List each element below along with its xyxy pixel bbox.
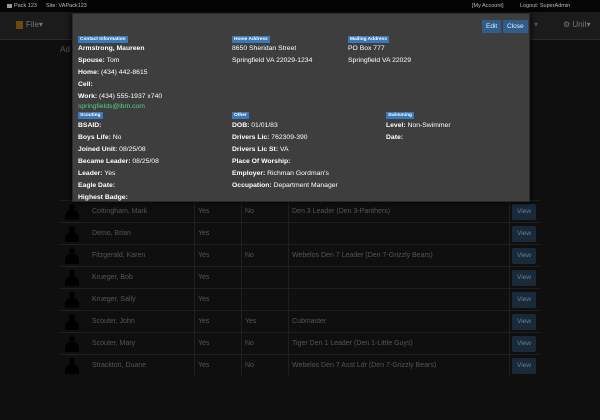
gear-icon: ⚙ [563, 20, 571, 29]
table-row[interactable]: Fitzgerald, Karen Yes No Webelos Den 7 L… [60, 244, 540, 266]
file-menu-label: File [26, 20, 39, 29]
table-row[interactable]: Krueger, Sally Yes View [60, 288, 540, 310]
position-cell: Cubmaster [292, 318, 327, 325]
avatar-icon [64, 314, 80, 330]
contact-section-tag: Contact Information [78, 36, 128, 43]
member-name: Krueger, Sally [92, 296, 136, 303]
scouting-section-tag: Scouting [78, 112, 103, 119]
cell-value: Yes [198, 208, 210, 215]
view-button[interactable]: View [512, 204, 536, 220]
close-button[interactable]: Close [503, 20, 528, 33]
view-button[interactable]: View [512, 270, 536, 286]
avatar-icon [64, 248, 80, 264]
avatar-icon [64, 226, 80, 242]
spouse-field: Spouse: Tom [78, 57, 120, 64]
boys-life-field: Boys Life: No [78, 134, 122, 141]
cell-value: Yes [198, 274, 210, 281]
edit-button[interactable]: Edit [482, 20, 502, 33]
avatar-icon [64, 270, 80, 286]
cell-value: Yes [198, 340, 210, 347]
swim-level-field: Level: Non-Swimmer [386, 122, 451, 129]
employer-field: Employer: Richman Gordman's [232, 170, 329, 177]
table-row[interactable]: Scouter, John Yes Yes Cubmaster View [60, 310, 540, 332]
cell-value: No [245, 208, 254, 215]
joined-unit-field: Joined Unit: 08/25/08 [78, 146, 146, 153]
view-button[interactable]: View [512, 248, 536, 264]
position-cell: Tiger Den 1 Leader (Den 1-Little Guys) [292, 340, 413, 347]
member-name: Scouter, John [92, 318, 135, 325]
table-row[interactable]: Strackton, Duane Yes No Webelos Den 7 As… [60, 354, 540, 376]
occupation-field: Occupation: Department Manager [232, 182, 338, 189]
view-button[interactable]: View [512, 358, 536, 374]
file-icon [16, 20, 23, 29]
unit-menu[interactable]: ⚙ Unit▾ [563, 20, 591, 29]
top-bar: Pack 123 Site: VAPack123 [My Account] Lo… [0, 0, 600, 12]
logout-link[interactable]: Logout: SuperAdmin [520, 3, 570, 9]
cell-value: Yes [198, 252, 210, 259]
eagle-date-field: Eagle Date: [78, 182, 116, 189]
table-row[interactable]: Krueger, Bob Yes View [60, 266, 540, 288]
view-button[interactable]: View [512, 314, 536, 330]
table-row[interactable]: Scouter, Mary Yes No Tiger Den 1 Leader … [60, 332, 540, 354]
table-row[interactable]: Demo, Brian Yes View [60, 222, 540, 244]
mailing-address-line2: Springfield VA 22029 [348, 57, 411, 64]
member-name: Cottingham, Mark [92, 208, 148, 215]
place-of-worship-field: Place Of Worship: [232, 158, 291, 165]
leader-field: Leader: Yes [78, 170, 116, 177]
cell-value: Yes [198, 296, 210, 303]
member-details-modal: Edit Close Contact Information Armstrong… [72, 13, 530, 202]
cell-value: No [245, 340, 254, 347]
dob-field: DOB: 01/01/83 [232, 122, 278, 129]
mailing-address-tag: Mailing Address [348, 36, 389, 43]
home-icon [7, 3, 12, 8]
bsaid-field: BSAID: [78, 122, 102, 129]
swimming-section-tag: Swimming [386, 112, 414, 119]
avatar-icon [64, 292, 80, 308]
avatar-icon [64, 336, 80, 352]
cell-value: No [245, 252, 254, 259]
page-title: Ad [60, 45, 70, 54]
home-phone-field: Home: (434) 442-8615 [78, 69, 148, 76]
home-address-line2: Springfield VA 22029-1234 [232, 57, 313, 64]
highest-badge-field: Highest Badge: [78, 194, 128, 201]
avatar-icon [64, 358, 80, 374]
work-phone-field: Work: (434) 555-1937 x740 [78, 93, 163, 100]
home-address-line1: 8650 Sheridan Street [232, 45, 297, 52]
drivers-lic-field: Drivers Lic: 762309-390 [232, 134, 308, 141]
file-menu[interactable]: File▾ [16, 20, 43, 29]
became-leader-field: Became Leader: 08/25/08 [78, 158, 159, 165]
unit-menu-label: Unit [572, 20, 587, 29]
view-button[interactable]: View [512, 336, 536, 352]
cell-value: Yes [198, 230, 210, 237]
member-name: Demo, Brian [92, 230, 131, 237]
pack-name: Pack 123 [14, 3, 37, 9]
cell-value: Yes [198, 318, 210, 325]
position-cell: Den 3 Leader (Den 3-Panthers) [292, 208, 391, 215]
other-section-tag: Other [232, 112, 249, 119]
cell-phone-field: Cell: [78, 81, 93, 88]
mailing-address-line1: PO Box 777 [348, 45, 385, 52]
table-row[interactable]: Cottingham, Mark Yes No Den 3 Leader (De… [60, 200, 540, 222]
drivers-lic-state-field: Drivers Lic St: VA [232, 146, 289, 153]
member-name: Strackton, Duane [92, 362, 147, 369]
cell-value: Yes [198, 362, 210, 369]
cell-value: Yes [245, 318, 257, 325]
cell-value: No [245, 362, 254, 369]
email-link[interactable]: springfields@ibm.com [78, 103, 145, 110]
view-button[interactable]: View [512, 292, 536, 308]
swim-date-field: Date: [386, 134, 403, 141]
position-cell: Webelos Den 7 Asst Ldr (Den 7-Grizzly Be… [292, 362, 437, 369]
member-name: Scouter, Mary [92, 340, 136, 347]
pack-label: Pack 123 [7, 3, 37, 9]
view-button[interactable]: View [512, 226, 536, 242]
member-full-name: Armstrong, Maureen [78, 45, 145, 52]
site-label: Site: VAPack123 [46, 3, 87, 9]
my-account-link[interactable]: [My Account] [472, 3, 504, 9]
nav-caret-icon[interactable]: ▾ [534, 20, 538, 29]
avatar-icon [64, 204, 80, 220]
position-cell: Webelos Den 7 Leader (Den 7-Grizzly Bear… [292, 252, 433, 259]
member-name: Krueger, Bob [92, 274, 133, 281]
member-name: Fitzgerald, Karen [92, 252, 146, 259]
home-address-tag: Home Address [232, 36, 270, 43]
